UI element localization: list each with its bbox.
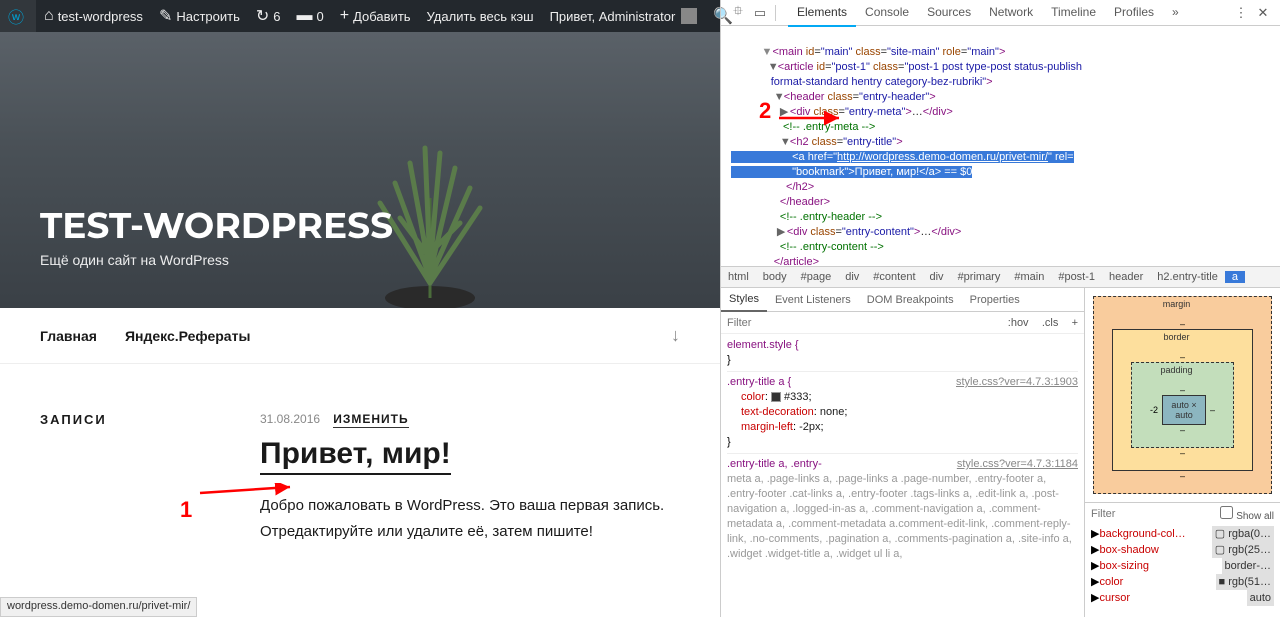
site-tagline: Ещё один сайт на WordPress: [40, 252, 393, 268]
annotation-2: 2: [759, 98, 771, 124]
user-greeting[interactable]: Привет, Administrator: [542, 0, 706, 32]
computed-filter-input[interactable]: [1091, 508, 1151, 520]
devtools-toolbar: ⯐ ▭ Elements Console Sources Network Tim…: [721, 0, 1280, 26]
nav-home[interactable]: Главная: [40, 328, 97, 344]
device-mode-icon[interactable]: ▭: [749, 2, 771, 24]
annotation-1-arrow: [198, 483, 298, 503]
add-rule-icon[interactable]: +: [1072, 317, 1078, 329]
home-icon: ⌂: [44, 7, 54, 25]
page-content: ЗАПИСИ 31.08.2016 ИЗМЕНИТЬ Привет, мир! …: [0, 364, 720, 617]
subtab-styles[interactable]: Styles: [721, 288, 767, 312]
styles-filter-input[interactable]: [727, 317, 787, 329]
cls-toggle[interactable]: .cls: [1042, 317, 1059, 329]
devtools-panel: ⯐ ▭ Elements Console Sources Network Tim…: [720, 0, 1280, 617]
wp-admin-bar: ⓦ ⌂test-wordpress ✎Настроить ↻6 ▬0 +Доба…: [0, 0, 720, 32]
post-date: 31.08.2016: [260, 412, 320, 426]
new-content-link[interactable]: +Добавить: [332, 0, 419, 32]
section-heading: ЗАПИСИ: [40, 412, 260, 617]
tab-sources[interactable]: Sources: [918, 0, 980, 27]
inspect-element-icon[interactable]: ⯐: [727, 2, 749, 24]
browser-status-url: wordpress.demo-domen.ru/privet-mir/: [0, 597, 197, 617]
devtools-tabs: Elements Console Sources Network Timelin…: [788, 0, 1188, 27]
avatar: [681, 8, 697, 24]
subtab-properties[interactable]: Properties: [962, 289, 1028, 311]
expand-icon[interactable]: ▶: [1091, 558, 1099, 574]
updates-link[interactable]: ↻6: [248, 0, 289, 32]
tab-timeline[interactable]: Timeline: [1042, 0, 1105, 27]
expand-icon[interactable]: ▶: [1091, 590, 1099, 606]
dom-tree[interactable]: ▼<main id="main" class="site-main" role=…: [721, 26, 1280, 266]
wp-logo[interactable]: ⓦ: [0, 0, 36, 32]
comment-icon: ▬: [297, 7, 313, 25]
annotation-2-arrow: [777, 110, 847, 126]
plus-icon: +: [340, 7, 349, 25]
clear-cache-link[interactable]: Удалить весь кэш: [419, 0, 542, 32]
tab-console[interactable]: Console: [856, 0, 918, 27]
customize-link[interactable]: ✎Настроить: [151, 0, 248, 32]
site-header-hero: TEST-WORDPRESS Ещё один сайт на WordPres…: [0, 32, 720, 308]
annotation-1: 1: [180, 497, 192, 523]
post-meta: 31.08.2016 ИЗМЕНИТЬ: [260, 412, 680, 427]
update-icon: ↻: [256, 6, 269, 26]
expand-icon[interactable]: ▶: [1091, 542, 1099, 558]
computed-list[interactable]: ▶background-col…▢ rgba(0… ▶box-shadow▢ r…: [1085, 524, 1280, 617]
brush-icon: ✎: [159, 6, 172, 26]
comments-link[interactable]: ▬0: [289, 0, 332, 32]
site-name-link[interactable]: ⌂test-wordpress: [36, 0, 151, 32]
subtab-breakpoints[interactable]: DOM Breakpoints: [859, 289, 962, 311]
expand-icon[interactable]: ▶: [1091, 574, 1099, 590]
scroll-down-icon[interactable]: ↓: [671, 325, 680, 346]
tab-profiles[interactable]: Profiles: [1105, 0, 1163, 27]
devtools-menu-icon[interactable]: ⋮: [1230, 2, 1252, 24]
style-rules[interactable]: element.style {} style.css?ver=4.7.3:190…: [721, 334, 1084, 617]
wordpress-icon: ⓦ: [8, 4, 24, 28]
primary-nav: Главная Яндекс.Рефераты ↓: [0, 308, 720, 364]
expand-icon[interactable]: ▶: [1091, 526, 1099, 542]
tab-network[interactable]: Network: [980, 0, 1042, 27]
tabs-overflow-icon[interactable]: »: [1163, 0, 1188, 27]
post-title-link[interactable]: Привет, мир!: [260, 437, 451, 475]
edit-post-link[interactable]: ИЗМЕНИТЬ: [333, 412, 408, 428]
subtab-listeners[interactable]: Event Listeners: [767, 289, 859, 311]
show-all-checkbox[interactable]: [1220, 506, 1233, 519]
dom-breadcrumb[interactable]: html body #page div #content div #primar…: [721, 266, 1280, 288]
styles-subtabs: Styles Event Listeners DOM Breakpoints P…: [721, 288, 1084, 312]
tab-elements[interactable]: Elements: [788, 0, 856, 27]
nav-yandex[interactable]: Яндекс.Рефераты: [125, 328, 250, 344]
devtools-close-icon[interactable]: ✕: [1252, 2, 1274, 24]
box-model[interactable]: margin– border– padding– -2auto × auto– …: [1085, 288, 1280, 502]
site-title[interactable]: TEST-WORDPRESS: [40, 204, 393, 248]
post-body: Добро пожаловать в WordPress. Это ваша п…: [260, 493, 680, 544]
hov-toggle[interactable]: :hov: [1008, 317, 1029, 329]
